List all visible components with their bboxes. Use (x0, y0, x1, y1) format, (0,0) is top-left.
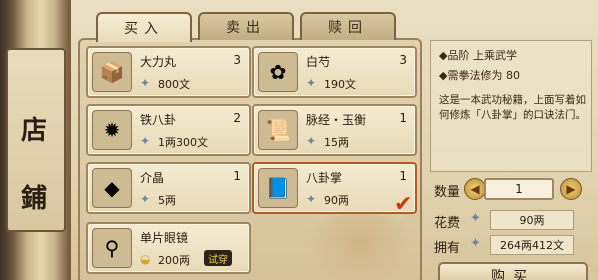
quantity-increase-button[interactable]: ▶ (560, 178, 582, 200)
item-card-monocle[interactable]: ⚲ 单片眼镜 试穿 ◒ 200两 (86, 222, 251, 274)
scroll-icon: 📜 (258, 110, 298, 150)
item-name: 铁八卦 (140, 113, 177, 127)
item-card-dalijian[interactable]: 📦 大力丸 3 ✦ 800文 (86, 46, 251, 98)
coin-icon: ✦ (140, 76, 151, 90)
item-card-baguazhang[interactable]: 📘 八卦掌 1 ✦ 90两 (252, 162, 417, 214)
item-card-maijing[interactable]: 📜 脉经・玉衡 1 ✦ 15两 (252, 104, 417, 156)
crystal-icon: ◆ (92, 168, 132, 208)
item-count: 3 (233, 53, 241, 67)
item-count: 3 (399, 53, 407, 67)
item-name: 脉经・玉衡 (306, 113, 367, 127)
item-grade: ◆品阶 上乘武学 (439, 47, 517, 63)
item-description: 这是一本武功秘籍，上面写着如何修炼「八卦掌」的口诀法门。 (439, 94, 586, 121)
item-price: 90两 (324, 194, 349, 207)
item-name: 白芍 (306, 55, 331, 69)
item-count: 1 (399, 169, 407, 183)
item-name: 大力丸 (140, 55, 177, 69)
coin-icon: ✦ (140, 192, 151, 206)
owned-value: 264两412文 (490, 235, 574, 255)
quantity-label: 数量 (434, 185, 461, 200)
buy-button[interactable]: 购买 (438, 262, 588, 280)
monocle-icon: ⚲ (92, 228, 132, 268)
try-on-badge[interactable]: 试穿 (204, 250, 232, 266)
cost-value: 90两 (490, 210, 574, 230)
item-count: 2 (233, 111, 241, 125)
quantity-decrease-button[interactable]: ◀ (464, 178, 486, 200)
coin-icon: ✦ (306, 76, 317, 90)
item-card-jiejing[interactable]: ◆ 介晶 1 ✦ 5两 (86, 162, 251, 214)
shop-banner: 店 鋪 (0, 0, 68, 280)
iron-bagua-icon: ✹ (92, 110, 132, 150)
white-flower-icon: ✿ (258, 52, 298, 92)
item-name: 介晶 (140, 171, 165, 185)
tab-sell[interactable]: 卖出 (198, 12, 294, 40)
item-price: 200两 (158, 254, 190, 267)
item-name: 八卦掌 (306, 171, 343, 185)
item-requirement: ◆需拳法修为 80 (439, 69, 520, 82)
item-info-panel: ◆品阶 上乘武学 ◆需拳法修为 80 这是一本武功秘籍，上面写着如何修炼「八卦掌… (430, 40, 592, 172)
martial-book-icon: 📘 (258, 168, 298, 208)
item-price: 5两 (158, 194, 176, 207)
medicine-box-icon: 📦 (92, 52, 132, 92)
item-name: 单片眼镜 (140, 231, 189, 245)
banner-char-pu: 鋪 (20, 184, 47, 214)
grade-value: 上乘武学 (472, 49, 517, 62)
item-card-baishao[interactable]: ✿ 白芍 3 ✦ 190文 (252, 46, 417, 98)
item-price: 190文 (324, 78, 356, 91)
tab-buy[interactable]: 买入 (96, 12, 192, 42)
item-price: 1两300文 (158, 136, 208, 149)
selected-check-icon: ✔ (394, 192, 413, 217)
cost-label: 花费 (434, 216, 461, 231)
item-count: 1 (233, 169, 241, 183)
item-card-tiebagua[interactable]: ✹ 铁八卦 2 ✦ 1两300文 (86, 104, 251, 156)
item-price: 800文 (158, 78, 190, 91)
item-price: 15两 (324, 136, 349, 149)
owned-label: 拥有 (434, 241, 461, 256)
grade-label: ◆品阶 (439, 49, 470, 62)
gold-ingot-icon: ◒ (140, 252, 151, 266)
quantity-input[interactable]: 1 (484, 178, 554, 200)
coin-icon: ✦ (470, 211, 481, 226)
coin-icon: ✦ (306, 192, 317, 206)
shop-screen: 店 鋪 买入 卖出 赎回 📦 大力丸 3 ✦ 800文 ✿ 白芍 3 ✦ 190… (0, 0, 598, 280)
coin-icon: ✦ (140, 134, 151, 148)
coin-icon: ✦ (470, 236, 481, 251)
banner-char-shop: 店 (20, 116, 47, 146)
coin-pouch-decoration (300, 212, 420, 280)
tab-redeem[interactable]: 赎回 (300, 12, 396, 40)
coin-icon: ✦ (306, 134, 317, 148)
item-count: 1 (399, 111, 407, 125)
